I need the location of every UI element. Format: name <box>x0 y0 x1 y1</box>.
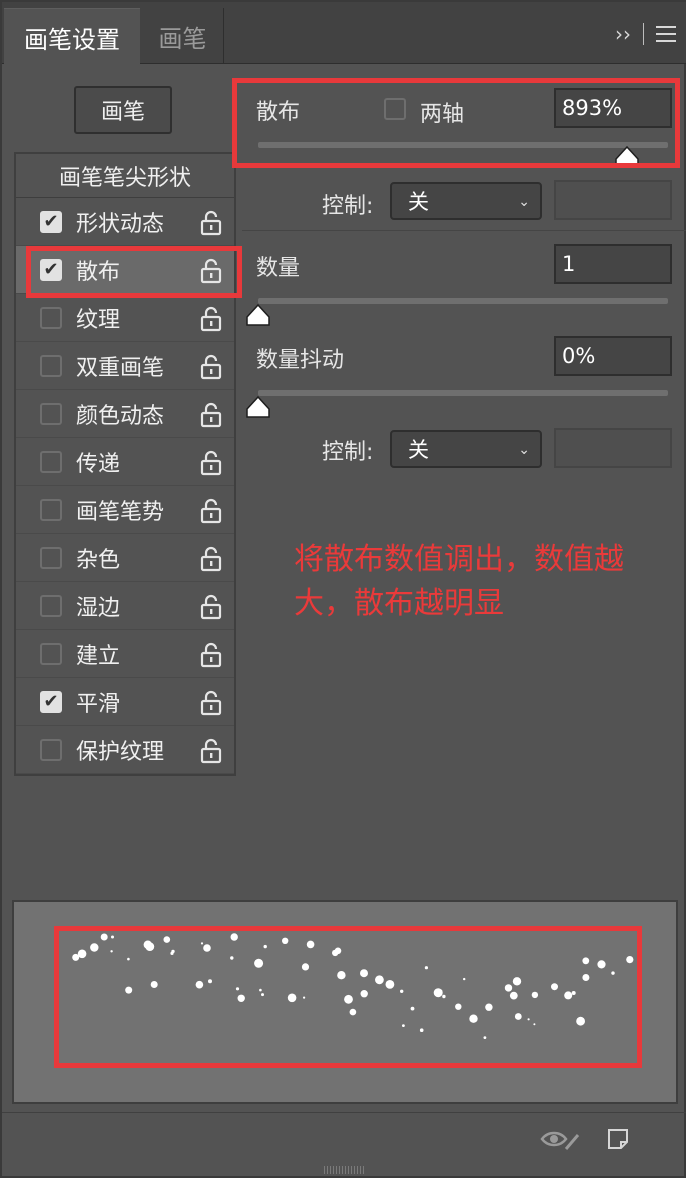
brush-option-label: 建立 <box>76 643 121 669</box>
annotation-line-1: 将散布数值调出，数值越 <box>294 542 624 577</box>
brush-settings-panel: 画笔设置 画笔 ›› 画笔 画笔笔尖形状 ✔ 形状动态 ✔ 散布 纹理 双重画笔 颜色动态传… <box>0 0 686 1178</box>
brush-option-item[interactable]: 纹理 <box>16 294 234 342</box>
brush-option-item[interactable]: 杂色 <box>16 534 234 582</box>
chevron-down-icon: ⌄ <box>518 194 530 210</box>
annotation-line-2: 大，散布越明显 <box>294 586 504 621</box>
control-extra-field-1 <box>554 180 672 220</box>
brush-option-item[interactable]: 湿边 <box>16 582 234 630</box>
panel-bottom-bar <box>2 1112 686 1164</box>
expand-icon[interactable]: ›› <box>615 22 631 46</box>
lock-icon[interactable] <box>200 498 222 524</box>
highlight-box-scatter <box>232 78 680 168</box>
brush-option-label: 平滑 <box>76 691 121 717</box>
control-select-2-value: 关 <box>408 438 429 462</box>
panel-header: 画笔设置 画笔 ›› <box>2 2 686 66</box>
lock-icon[interactable] <box>200 306 222 332</box>
header-icons: ›› <box>615 22 676 46</box>
lock-icon[interactable] <box>200 594 222 620</box>
checkbox-icon[interactable]: ✔ <box>40 210 62 233</box>
checkbox-icon[interactable] <box>40 402 62 425</box>
brush-option-item[interactable]: 保护纹理 <box>16 726 234 774</box>
brush-option-item[interactable]: 建立 <box>16 630 234 678</box>
brush-option-item[interactable]: 传递 <box>16 438 234 486</box>
control-label-2: 控制: <box>322 440 374 465</box>
lock-icon[interactable] <box>200 690 222 716</box>
lock-icon[interactable] <box>200 354 222 380</box>
brush-option-item[interactable]: 双重画笔 <box>16 342 234 390</box>
highlight-box-preview <box>54 926 642 1068</box>
brush-option-label: 湿边 <box>76 595 121 621</box>
control-label-1: 控制: <box>322 194 374 219</box>
panel-menu-icon[interactable] <box>656 26 676 42</box>
brush-option-label: 杂色 <box>76 547 121 573</box>
control-select-1[interactable]: 关 ⌄ <box>390 182 542 220</box>
checkbox-icon[interactable] <box>40 498 62 521</box>
checkbox-icon[interactable] <box>40 594 62 617</box>
count-jitter-slider-track[interactable] <box>258 390 668 396</box>
brush-tip-shape-item[interactable]: 画笔笔尖形状 <box>16 154 234 198</box>
highlight-box-scatter-option <box>26 246 242 298</box>
annotation-text: 将散布数值调出，数值越 大，散布越明显 <box>294 538 664 626</box>
brush-option-item[interactable]: ✔ 平滑 <box>16 678 234 726</box>
checkbox-icon[interactable] <box>40 546 62 569</box>
brush-option-label: 双重画笔 <box>76 355 165 381</box>
checkbox-icon[interactable] <box>40 306 62 329</box>
brush-option-label: 画笔笔势 <box>76 499 165 525</box>
brush-option-item[interactable]: 画笔笔势 <box>16 486 234 534</box>
resize-grip[interactable] <box>324 1166 364 1174</box>
checkbox-icon[interactable] <box>40 354 62 377</box>
lock-icon[interactable] <box>200 738 222 764</box>
lock-icon[interactable] <box>200 642 222 668</box>
control-select-1-value: 关 <box>408 190 429 214</box>
lock-icon[interactable] <box>200 546 222 572</box>
lock-icon[interactable] <box>200 210 222 236</box>
count-jitter-slider-thumb[interactable] <box>246 396 270 418</box>
count-slider-thumb[interactable] <box>246 304 270 326</box>
brush-option-label: 形状动态 <box>76 211 165 237</box>
checkbox-icon[interactable] <box>40 450 62 473</box>
brush-presets-button[interactable]: 画笔 <box>74 86 172 134</box>
lock-icon[interactable] <box>200 450 222 476</box>
count-slider-track[interactable] <box>258 298 668 304</box>
count-jitter-label: 数量抖动 <box>256 348 345 373</box>
count-label: 数量 <box>256 256 301 281</box>
count-value-input[interactable]: 1 <box>554 244 672 284</box>
count-jitter-input[interactable]: 0% <box>554 336 672 376</box>
eye-brush-icon[interactable] <box>540 1127 580 1151</box>
brush-option-label: 传递 <box>76 451 121 477</box>
header-separator <box>643 23 644 45</box>
new-preset-icon[interactable] <box>606 1127 630 1151</box>
checkbox-icon[interactable] <box>40 642 62 665</box>
control-extra-field-2 <box>554 428 672 468</box>
checkbox-icon[interactable]: ✔ <box>40 690 62 713</box>
checkbox-icon[interactable] <box>40 738 62 761</box>
brush-option-label: 保护纹理 <box>76 739 165 765</box>
brush-option-item[interactable]: ✔ 形状动态 <box>16 198 234 246</box>
brush-option-label: 纹理 <box>76 307 121 333</box>
brush-option-item[interactable]: 颜色动态 <box>16 390 234 438</box>
tab-brush-settings[interactable]: 画笔设置 <box>4 8 140 66</box>
control-select-2[interactable]: 关 ⌄ <box>390 430 542 468</box>
lock-icon[interactable] <box>200 402 222 428</box>
brush-option-label: 颜色动态 <box>76 403 165 429</box>
tab-brushes[interactable]: 画笔 <box>142 8 224 64</box>
chevron-down-icon: ⌄ <box>518 442 530 458</box>
section-divider <box>242 230 686 231</box>
